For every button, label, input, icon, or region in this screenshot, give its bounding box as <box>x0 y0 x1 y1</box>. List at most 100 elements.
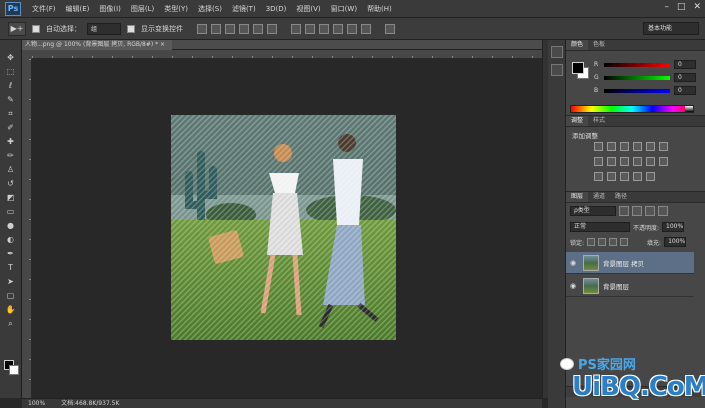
black-white-icon[interactable] <box>620 157 629 166</box>
tab-color[interactable]: 颜色 <box>566 40 589 50</box>
show-transform-checkbox[interactable] <box>127 24 135 33</box>
marquee-tool-icon[interactable]: ⬚ <box>4 66 18 77</box>
auto-select-dropdown[interactable]: 组 <box>87 22 121 35</box>
document-tab[interactable]: 人物...png @ 100% (背景图层 拷贝, RGB/8#) * × <box>22 40 172 50</box>
selective-color-icon[interactable] <box>633 172 642 181</box>
menu-layer[interactable]: 图层(L) <box>126 4 159 14</box>
clone-stamp-tool-icon[interactable]: ♙ <box>4 164 18 175</box>
menu-type[interactable]: 类型(Y) <box>159 4 193 14</box>
menu-image[interactable]: 图像(I) <box>94 4 126 14</box>
tab-channels[interactable]: 通道 <box>588 192 610 202</box>
tab-paths[interactable]: 路径 <box>610 192 632 202</box>
menu-view[interactable]: 视图(V) <box>291 4 325 14</box>
blue-value-field[interactable]: 0 <box>674 86 696 95</box>
brightness-contrast-icon[interactable] <box>594 142 603 151</box>
shape-tool-icon[interactable]: ▢ <box>4 290 18 301</box>
align-right-icon[interactable] <box>267 23 277 34</box>
blue-slider[interactable] <box>604 88 670 93</box>
align-top-icon[interactable] <box>197 23 207 34</box>
tab-styles[interactable]: 样式 <box>588 116 610 126</box>
layer-row-background[interactable]: ◉ 背景图层 <box>566 275 694 297</box>
fill-field[interactable]: 100% <box>664 237 687 247</box>
menu-help[interactable]: 帮助(H) <box>362 4 397 14</box>
blend-mode-dropdown[interactable]: 正常 <box>570 222 630 232</box>
document-image[interactable] <box>171 115 396 340</box>
invert-icon[interactable] <box>594 172 603 181</box>
color-balance-icon[interactable] <box>607 157 616 166</box>
distribute-top-icon[interactable] <box>291 23 301 34</box>
layer-row-background-copy[interactable]: ◉ 背景图层 拷贝 <box>566 252 694 274</box>
exposure-icon[interactable] <box>633 142 642 151</box>
eyedropper-tool-icon[interactable]: ✐ <box>4 122 18 133</box>
align-left-icon[interactable] <box>239 23 249 34</box>
align-hcenter-icon[interactable] <box>253 23 263 34</box>
hue-saturation-icon[interactable] <box>594 157 603 166</box>
history-brush-tool-icon[interactable]: ↺ <box>4 178 18 189</box>
menu-edit[interactable]: 编辑(E) <box>61 4 95 14</box>
tab-swatches[interactable]: 色板 <box>588 40 610 50</box>
distribute-right-icon[interactable] <box>361 23 371 34</box>
tab-layers[interactable]: 图层 <box>566 192 589 202</box>
filter-shape-icon[interactable] <box>658 206 668 216</box>
hand-tool-icon[interactable]: ✋ <box>4 304 18 315</box>
foreground-color-chip[interactable] <box>572 62 584 74</box>
red-slider[interactable] <box>604 62 670 67</box>
lasso-tool-icon[interactable]: ℓ <box>4 80 18 91</box>
color-spectrum-ramp[interactable] <box>570 105 694 113</box>
opacity-field[interactable]: 100% <box>662 222 685 232</box>
auto-select-checkbox[interactable] <box>32 24 40 33</box>
lock-pixels-icon[interactable] <box>598 238 607 246</box>
green-slider[interactable] <box>604 75 670 80</box>
gradient-tool-icon[interactable]: ▭ <box>4 206 18 217</box>
crop-tool-icon[interactable]: ⌗ <box>4 108 18 119</box>
brush-tool-icon[interactable]: ✏ <box>4 150 18 161</box>
channel-mixer-icon[interactable] <box>646 157 655 166</box>
history-panel-icon[interactable] <box>550 46 563 58</box>
move-tool-icon[interactable]: ✥ <box>4 52 18 63</box>
vertical-ruler[interactable] <box>22 59 32 398</box>
eye-icon[interactable]: ◉ <box>570 259 579 267</box>
filter-pixel-icon[interactable] <box>619 206 629 216</box>
align-vcenter-icon[interactable] <box>211 23 221 34</box>
auto-align-icon[interactable] <box>385 23 395 34</box>
distribute-bottom-icon[interactable] <box>319 23 329 34</box>
filter-type-icon[interactable] <box>645 206 655 216</box>
photo-filter-icon[interactable] <box>633 157 642 166</box>
red-value-field[interactable]: 0 <box>674 60 696 69</box>
menu-window[interactable]: 窗口(W) <box>326 4 362 14</box>
zoom-level[interactable]: 100% <box>28 399 45 408</box>
menu-file[interactable]: 文件(F) <box>27 4 61 14</box>
type-tool-icon[interactable]: T <box>4 262 18 273</box>
pen-tool-icon[interactable]: ✒ <box>4 248 18 259</box>
maximize-icon[interactable]: □ <box>677 2 686 12</box>
blur-tool-icon[interactable]: ● <box>4 220 18 231</box>
canvas-area[interactable] <box>32 59 542 398</box>
layer-kind-filter[interactable]: ρ类型 <box>570 206 616 216</box>
vibrance-icon[interactable] <box>646 142 655 151</box>
dodge-tool-icon[interactable]: ◐ <box>4 234 18 245</box>
properties-panel-icon[interactable] <box>550 64 563 76</box>
close-icon[interactable]: ✕ <box>693 2 701 12</box>
lock-transparency-icon[interactable] <box>587 238 596 246</box>
menu-3d[interactable]: 3D(D) <box>261 5 292 13</box>
menu-select[interactable]: 选择(S) <box>193 4 227 14</box>
eye-icon[interactable]: ◉ <box>570 282 579 290</box>
gradient-map-icon[interactable] <box>646 172 655 181</box>
distribute-vcenter-icon[interactable] <box>305 23 315 34</box>
threshold-icon[interactable] <box>620 172 629 181</box>
menu-filter[interactable]: 滤镜(T) <box>227 4 261 14</box>
color-lookup-icon[interactable] <box>659 157 668 166</box>
eraser-tool-icon[interactable]: ◩ <box>4 192 18 203</box>
distribute-hcenter-icon[interactable] <box>347 23 357 34</box>
minimize-icon[interactable]: – <box>664 2 669 12</box>
move-tool-preset[interactable]: ▶+ <box>8 21 26 36</box>
lock-all-icon[interactable] <box>620 238 629 246</box>
healing-brush-tool-icon[interactable]: ✚ <box>4 136 18 147</box>
filter-adjust-icon[interactable] <box>632 206 642 216</box>
workspace-dropdown[interactable]: 基本功能 <box>643 22 699 35</box>
tab-adjustments[interactable]: 调整 <box>566 116 589 126</box>
curves-icon[interactable] <box>620 142 629 151</box>
path-select-tool-icon[interactable]: ➤ <box>4 276 18 287</box>
background-color-swatch[interactable] <box>9 365 19 375</box>
lock-position-icon[interactable] <box>609 238 618 246</box>
